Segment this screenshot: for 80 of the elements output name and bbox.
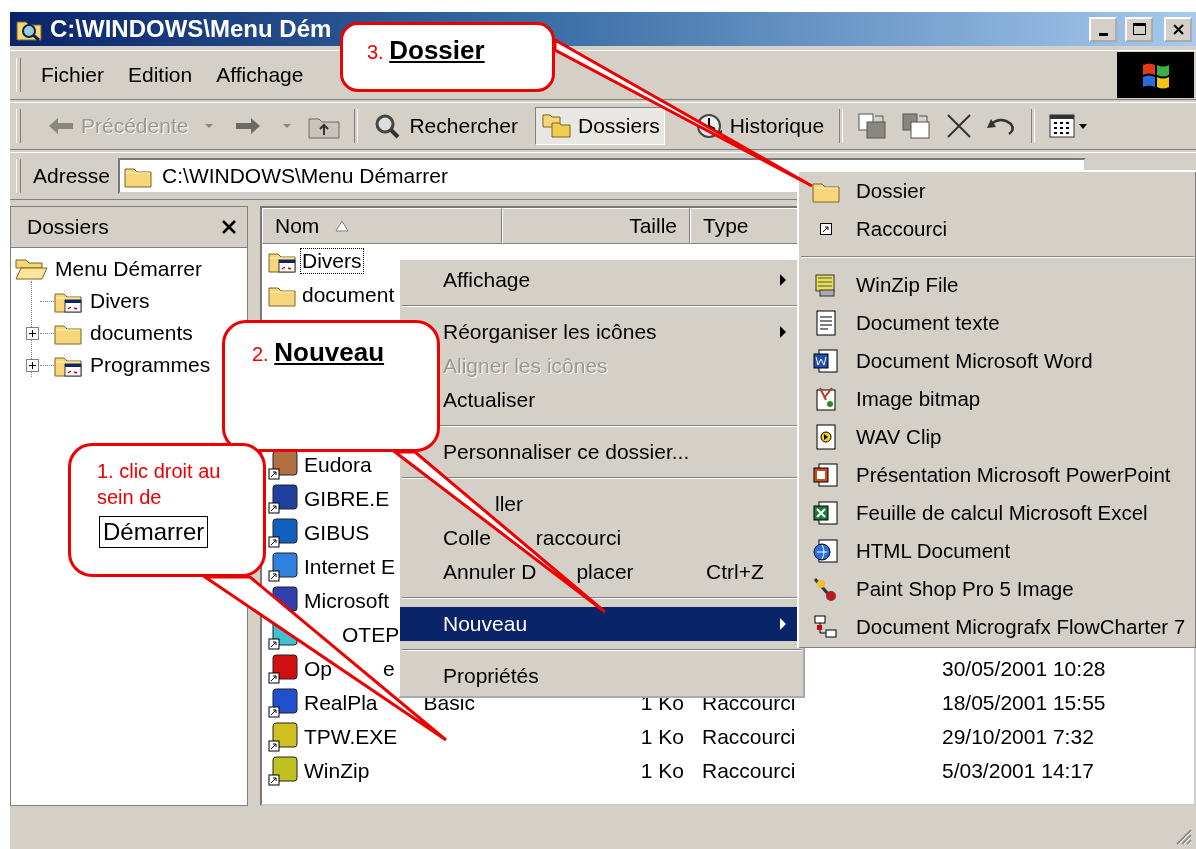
column-header[interactable]: Nom bbox=[262, 208, 502, 244]
menu-item[interactable]: WAV Clip bbox=[799, 418, 1196, 456]
file-name[interactable]: OTEP bbox=[340, 622, 402, 648]
file-name[interactable]: RealPla bbox=[302, 690, 380, 716]
minimize-icon bbox=[1098, 32, 1108, 36]
views-icon[interactable] bbox=[1049, 113, 1090, 139]
file-name[interactable]: Op bbox=[302, 656, 334, 682]
file-name[interactable]: Divers bbox=[300, 248, 364, 274]
file-date: 18/05/2001 15:55 bbox=[942, 691, 1106, 714]
callout-text: 1. clic droit au sein de bbox=[97, 459, 222, 510]
shortcut-icon bbox=[268, 484, 298, 514]
file-type: Raccourci bbox=[702, 725, 796, 748]
file-name[interactable]: Microsoft bbox=[302, 588, 392, 614]
shortcut-icon bbox=[268, 722, 298, 752]
shortcut-icon bbox=[268, 688, 298, 718]
menu-item[interactable]: Image bitmap bbox=[799, 380, 1196, 418]
file-date: 5/03/2001 14:17 bbox=[942, 759, 1094, 782]
expand-icon[interactable] bbox=[25, 326, 39, 340]
window-title: C:\WINDOWS\Menu Dém bbox=[50, 15, 332, 43]
tree-item[interactable]: Programmes bbox=[90, 353, 211, 377]
maximize-button[interactable] bbox=[1125, 16, 1153, 42]
boxed-label: Démarrer bbox=[99, 516, 209, 548]
menu-item[interactable]: Document Microsoft Word bbox=[799, 342, 1196, 380]
flowchart-icon bbox=[812, 614, 840, 640]
shortcut-icon bbox=[820, 223, 832, 235]
menu-item[interactable]: WinZip File bbox=[799, 266, 1196, 304]
callout-text: 3. Dossier bbox=[367, 35, 486, 66]
toolbar-grip[interactable] bbox=[16, 58, 21, 92]
spreadsheet-icon bbox=[812, 500, 840, 526]
expand-icon[interactable] bbox=[25, 358, 39, 372]
file-type: Raccourci bbox=[702, 759, 796, 782]
file-name[interactable]: Eudora bbox=[302, 452, 374, 478]
folders-icon bbox=[542, 112, 572, 140]
menu-item[interactable]: Document texte bbox=[799, 304, 1196, 342]
back-arrow-icon bbox=[47, 115, 75, 137]
delete-icon[interactable] bbox=[945, 112, 974, 140]
menu-item[interactable]: Affichage bbox=[204, 59, 316, 91]
menu-item[interactable]: Raccourci bbox=[799, 210, 1196, 248]
word-document-icon bbox=[812, 348, 840, 374]
file-name[interactable]: TPW.EXE bbox=[302, 724, 400, 750]
shortcut-icon bbox=[268, 552, 298, 582]
shortcut-icon bbox=[268, 654, 298, 684]
menu-item[interactable]: HTML Document bbox=[799, 532, 1196, 570]
close-button[interactable] bbox=[1164, 16, 1192, 42]
web-document-icon bbox=[812, 538, 840, 564]
toolbar-grip[interactable] bbox=[16, 109, 21, 143]
maximize-icon bbox=[1132, 23, 1146, 35]
file-date: 29/10/2001 7:32 bbox=[942, 725, 1094, 748]
toolbar-grip[interactable] bbox=[16, 159, 21, 193]
file-name[interactable]: document bbox=[300, 282, 397, 308]
shortcut-icon bbox=[268, 756, 298, 786]
panel-title: Dossiers bbox=[27, 215, 109, 239]
file-name[interactable]: Internet E bbox=[302, 554, 398, 580]
file-name[interactable]: WinZip bbox=[302, 758, 372, 784]
close-icon[interactable] bbox=[221, 219, 237, 235]
menu-item[interactable]: Feuille de calcul Microsoft Excel bbox=[799, 494, 1196, 532]
menu-item[interactable]: Présentation Microsoft PowerPoint bbox=[799, 456, 1196, 494]
menu-item[interactable]: Edition bbox=[116, 59, 205, 91]
callout-text: 2. Nouveau bbox=[252, 337, 386, 368]
tree-item[interactable]: documents bbox=[90, 321, 193, 345]
toolbar-button[interactable]: Dossiers bbox=[535, 107, 665, 145]
menu-item[interactable]: Fichier bbox=[29, 59, 116, 91]
file-name[interactable]: GIBUS bbox=[302, 520, 372, 546]
address-label: Adresse bbox=[33, 164, 111, 188]
tree-item[interactable]: Menu Démarrer bbox=[55, 257, 203, 281]
column-header[interactable]: Taille bbox=[502, 208, 690, 244]
presentation-icon bbox=[812, 462, 840, 488]
menu-item[interactable]: Propriétés bbox=[400, 659, 803, 693]
shortcut-icon bbox=[268, 518, 298, 548]
toolbar-button[interactable]: Rechercher bbox=[366, 107, 525, 145]
file-name[interactable]: e bbox=[381, 656, 397, 682]
resize-grip-icon[interactable] bbox=[1174, 827, 1192, 845]
tree-item[interactable]: Divers bbox=[90, 289, 150, 313]
file-name[interactable]: GIBRE.E bbox=[302, 486, 392, 512]
menu-item[interactable]: Paint Shop Pro 5 Image bbox=[799, 570, 1196, 608]
close-icon bbox=[1172, 23, 1184, 35]
file-size: 1 Ko bbox=[640, 725, 684, 748]
file-size: 1 Ko bbox=[640, 759, 684, 782]
file-date: 30/05/2001 10:28 bbox=[942, 657, 1106, 680]
minimize-button[interactable] bbox=[1089, 16, 1117, 42]
